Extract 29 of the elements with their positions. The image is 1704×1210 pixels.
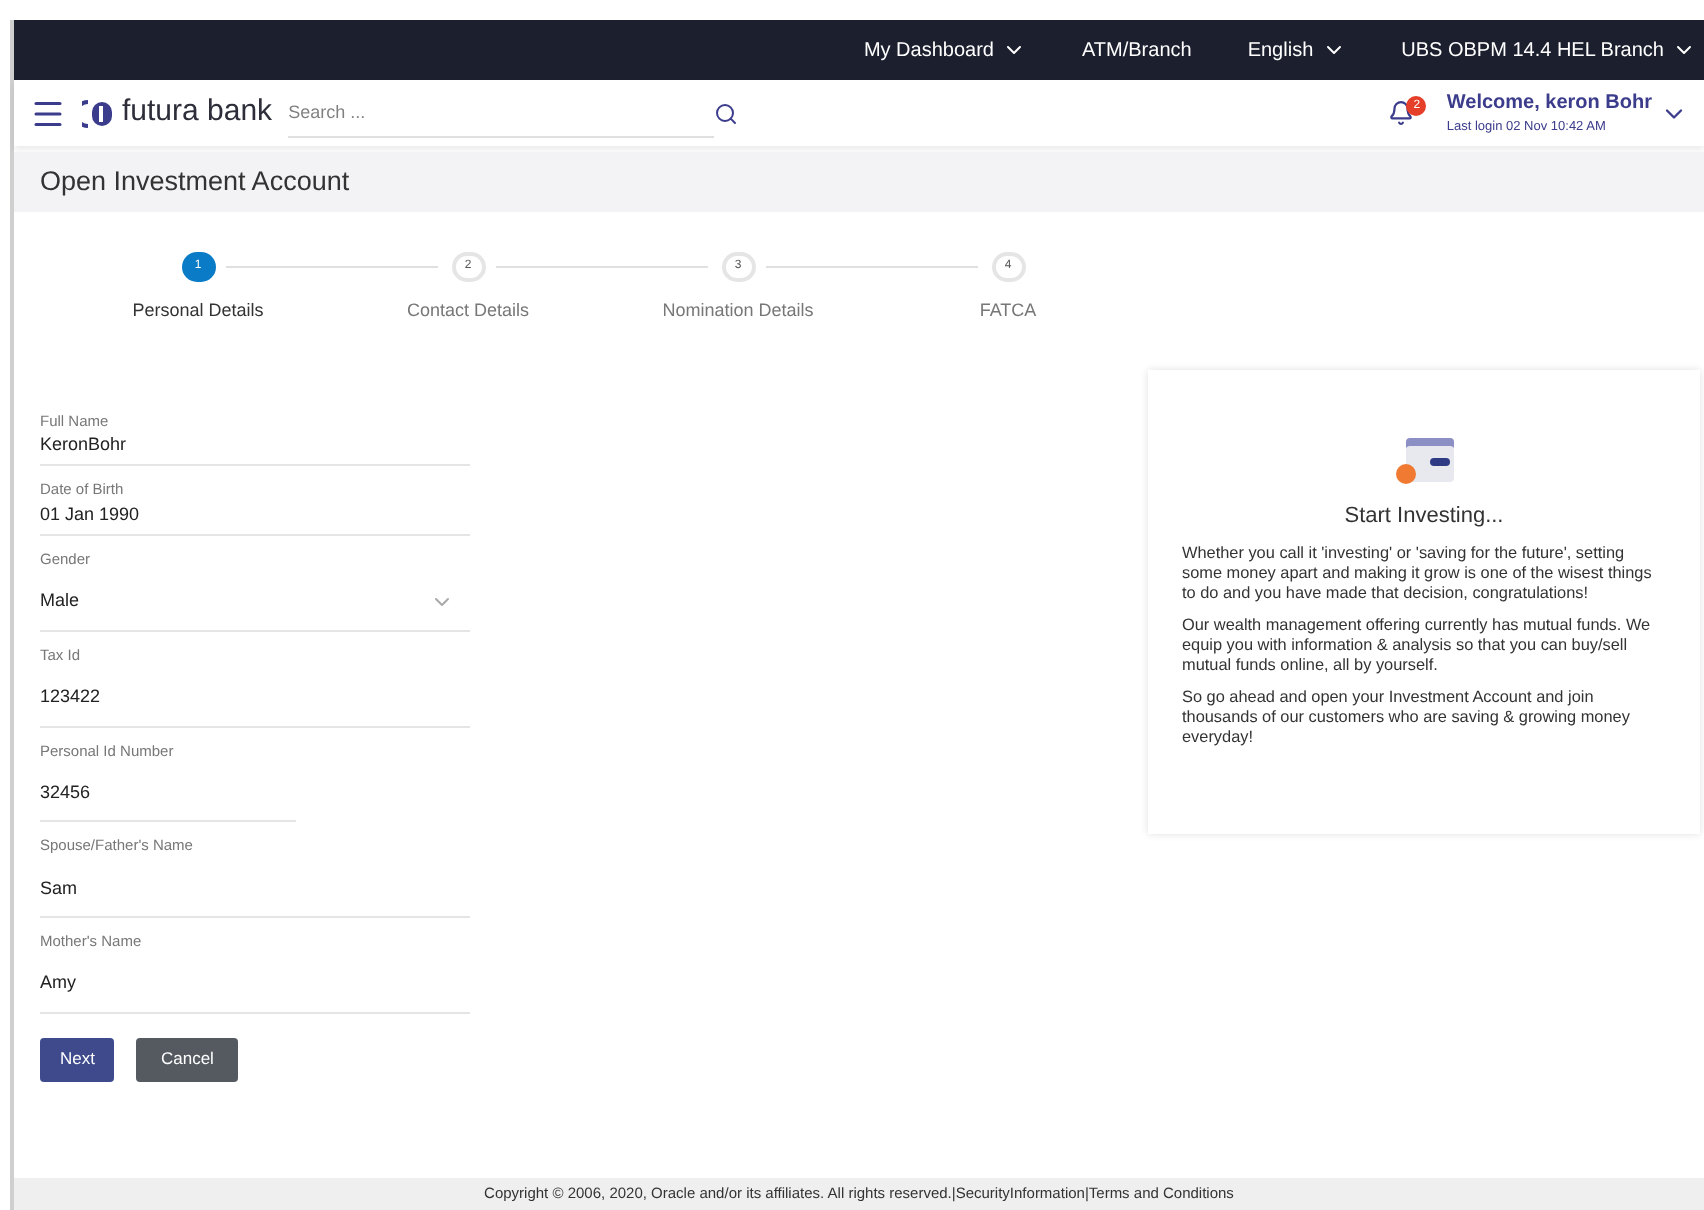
top-bar-menu[interactable]: My Dashboard <box>863 35 1026 65</box>
bell-icon[interactable] <box>1388 100 1415 126</box>
field-value: 01 Jan 1990 <box>40 501 140 527</box>
next-button[interactable]: Next <box>40 1037 115 1082</box>
brand-name: futura bank <box>122 92 273 133</box>
card-paragraph: Our wealth management offering currently has mutual funds. We equip you with information & analysis so that you can buy/sell mutual funds online, all by yourself. <box>1182 616 1653 676</box>
step-label[interactable]: Personal Details <box>132 298 264 325</box>
field-value: Male <box>40 588 80 615</box>
wallet-icon <box>1390 433 1458 489</box>
top-bar-menu[interactable]: English <box>1247 35 1346 65</box>
top-bar-menu[interactable]: UBS OBPM 14.4 HEL Branch <box>1401 35 1696 65</box>
field-value: 32456 <box>40 779 91 806</box>
search-field[interactable]: Search ... <box>288 89 715 137</box>
search-icon[interactable] <box>714 101 739 125</box>
step-label[interactable]: FATCA <box>979 298 1037 325</box>
top-bar-menu[interactable]: ATM/Branch <box>1081 35 1192 65</box>
cancel-button[interactable]: Cancel <box>136 1037 238 1082</box>
field-value: 123422 <box>40 684 101 710</box>
field-value: KeronBohr <box>40 431 127 458</box>
step-label[interactable]: Nomination Details <box>662 298 814 325</box>
field-value: Sam <box>40 875 78 901</box>
field-value: Amy <box>40 970 76 997</box>
logo-icon <box>82 99 114 127</box>
step-label[interactable]: Contact Details <box>406 298 530 325</box>
welcome-text: Welcome, keron Bohr <box>1446 90 1652 119</box>
page-title: Open Investment Account <box>40 163 350 200</box>
card-paragraph: So go ahead and open your Investment Account and join thousands of our customers who are saving & growing money everyday! <box>1182 688 1632 748</box>
card-title: Start Investing... <box>1344 501 1504 531</box>
card-paragraph: Whether you call it 'investing' or 'saving for the future', setting some money apart and making it grow is one of the wisest things to do and you have made that decision, congratulations! <box>1182 544 1654 604</box>
